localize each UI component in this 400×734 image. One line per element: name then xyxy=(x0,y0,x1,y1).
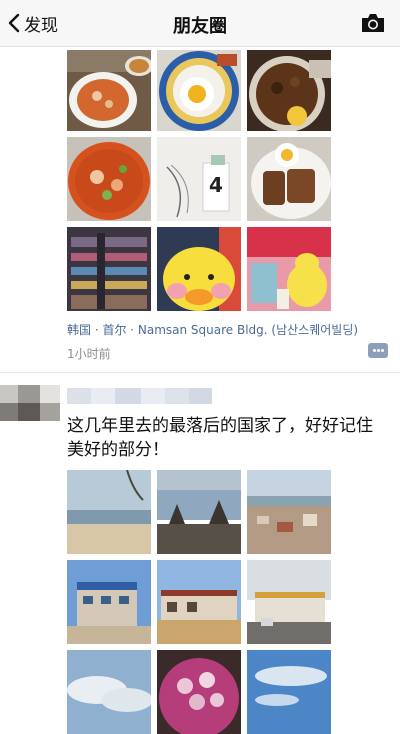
photo-flowers[interactable] xyxy=(157,650,241,734)
photo-sky-blue[interactable] xyxy=(247,650,331,734)
photo-shop-interior[interactable] xyxy=(67,227,151,311)
page-title: 朋友圈 xyxy=(173,16,227,37)
photo-building-1[interactable] xyxy=(67,560,151,644)
blurred-username[interactable] xyxy=(67,388,212,404)
photo-city-aerial[interactable] xyxy=(247,470,331,554)
photo-calendar-decor[interactable]: 4 xyxy=(157,137,241,221)
photo-pork-plate-2[interactable] xyxy=(247,137,331,221)
post2-photo-grid xyxy=(67,470,331,734)
photo-soup-1[interactable] xyxy=(67,49,151,131)
photo-pork-plate-1[interactable] xyxy=(247,49,331,131)
post1-location-link[interactable]: 韩国 · 首尔 · Namsan Square Bldg. (남산스퀘어빌딩) xyxy=(67,321,358,338)
post2-text: 这几年里去的最落后的国家了，好好记住美好的部分！ xyxy=(67,416,373,460)
post1-photo-grid: 4 xyxy=(67,49,331,311)
photo-yellow-duck-1[interactable] xyxy=(157,227,241,311)
photo-sky-clouds[interactable] xyxy=(67,650,151,734)
photo-temple-street[interactable] xyxy=(157,470,241,554)
photo-building-2[interactable] xyxy=(157,560,241,644)
post-divider xyxy=(0,372,400,373)
navigation-bar: 发现 朋友圈 xyxy=(0,0,400,47)
post1-timestamp: 1小时前 xyxy=(67,347,111,361)
photo-beach[interactable] xyxy=(67,470,151,554)
blurred-avatar[interactable] xyxy=(0,379,60,435)
photo-fried-egg-plate[interactable] xyxy=(157,49,241,131)
camera-icon[interactable] xyxy=(360,12,386,34)
svg-text:4: 4 xyxy=(209,173,223,197)
photo-soup-2[interactable] xyxy=(67,137,151,221)
photo-yellow-duck-2[interactable] xyxy=(247,227,331,311)
comment-dots-icon[interactable] xyxy=(368,343,388,358)
photo-street-mall[interactable] xyxy=(247,560,331,644)
